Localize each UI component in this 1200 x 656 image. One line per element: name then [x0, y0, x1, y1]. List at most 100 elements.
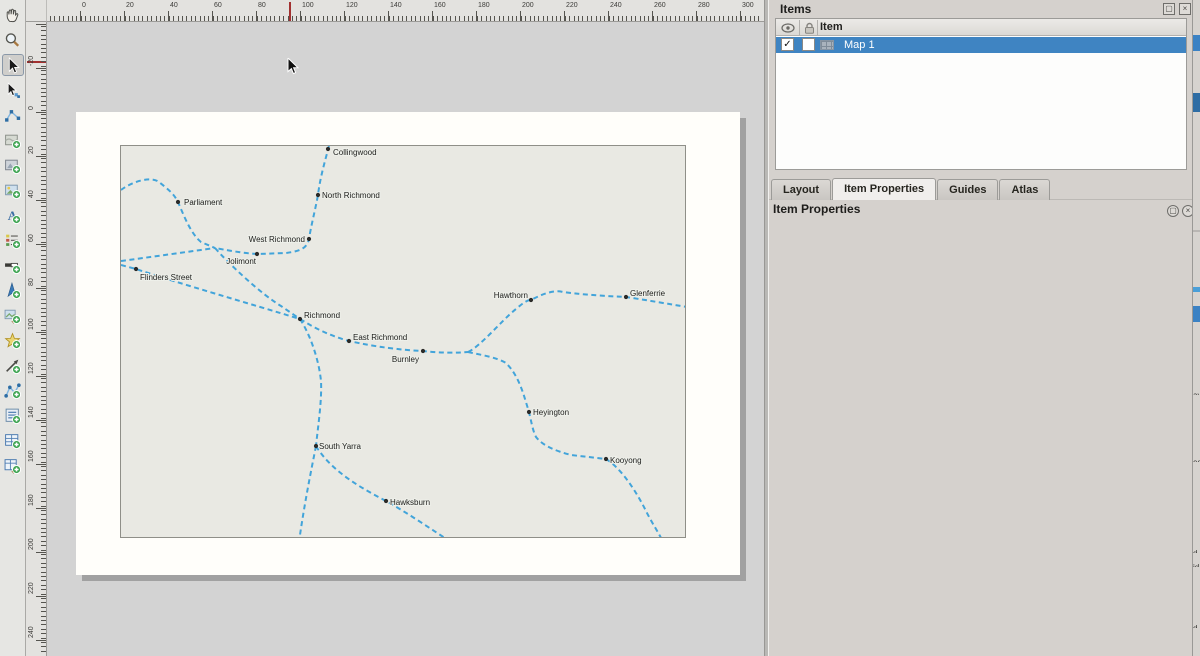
picture-icon — [4, 182, 21, 199]
magnifier-icon — [4, 32, 21, 49]
station-dot — [176, 200, 180, 204]
rail-network-map: CollingwoodNorth RichmondParliamentWest … — [121, 146, 686, 538]
nodes-icon — [4, 107, 21, 124]
add-html-button[interactable] — [2, 404, 24, 426]
item-properties-panel-title: Item Properties — [773, 202, 860, 216]
station-dot — [347, 339, 351, 343]
station-label: Heyington — [533, 408, 569, 417]
item-column-header: Item — [820, 21, 843, 33]
station-label: South Yarra — [319, 442, 362, 451]
zoom-tool[interactable] — [2, 29, 24, 51]
items-row-map1[interactable]: ✓ Map 1 — [776, 37, 1186, 53]
station-label: Collingwood — [333, 148, 377, 157]
right-edge-fragment: -- — [1193, 422, 1200, 428]
cursor-icon — [4, 57, 21, 74]
add-marker-button[interactable] — [2, 304, 24, 326]
station-label: Richmond — [304, 311, 340, 320]
rail-line — [300, 319, 321, 446]
tab-layout[interactable]: Layout — [771, 179, 831, 200]
map-3d-icon — [4, 157, 21, 174]
text-label-icon: A — [4, 207, 21, 224]
station-label: Parliament — [184, 198, 223, 207]
add-fixed-table-button[interactable] — [2, 454, 24, 476]
add-shape-button[interactable] — [2, 329, 24, 351]
item-properties-float-button[interactable]: ▢ — [1167, 205, 1179, 217]
right-edge-fragment: --- — [1193, 595, 1200, 601]
ruler-corner — [26, 0, 47, 22]
items-float-button[interactable]: ▢ — [1163, 3, 1175, 15]
add-3d-map-button[interactable] — [2, 154, 24, 176]
add-scalebar-button[interactable] — [2, 254, 24, 276]
station-label: Hawthorn — [494, 291, 528, 300]
legend-icon — [4, 232, 21, 249]
right-edge-fragment: d — [1193, 618, 1200, 628]
add-node-item-button[interactable] — [2, 379, 24, 401]
add-attribute-table-button[interactable] — [2, 429, 24, 451]
items-close-button[interactable]: × — [1179, 3, 1191, 15]
add-legend-button[interactable] — [2, 229, 24, 251]
map-item-frame[interactable]: CollingwoodNorth RichmondParliamentWest … — [120, 145, 686, 538]
move-item-content-tool[interactable] — [2, 79, 24, 101]
table-pencil-icon — [4, 457, 21, 474]
node-item-icon — [4, 382, 21, 399]
add-map-button[interactable] — [2, 129, 24, 151]
station-dot — [314, 444, 318, 448]
items-panel-titlebar: Items ▢ × — [769, 0, 1193, 18]
html-frame-icon — [4, 407, 21, 424]
station-dot — [307, 237, 311, 241]
right-edge-fragment — [1193, 230, 1200, 232]
add-north-arrow-button[interactable] — [2, 279, 24, 301]
add-arrow-button[interactable] — [2, 354, 24, 376]
right-edge-fragment — [1193, 93, 1200, 112]
station-dot — [384, 499, 388, 503]
station-dot — [604, 457, 608, 461]
pan-layout-tool[interactable] — [2, 4, 24, 26]
north-arrow-icon — [4, 282, 21, 299]
tab-atlas[interactable]: Atlas — [999, 179, 1050, 200]
station-dot — [624, 295, 628, 299]
tab-guides[interactable]: Guides — [937, 179, 998, 200]
station-label: Hawksburn — [390, 498, 430, 507]
station-dot — [529, 298, 533, 302]
visibility-column-eye-icon — [781, 23, 795, 33]
station-label: Glenferrie — [630, 289, 666, 298]
station-dot — [255, 252, 259, 256]
right-edge-fragment — [1193, 35, 1200, 51]
right-dock-panel: Items ▢ × Item ✓ — [768, 0, 1192, 656]
right-edge-fragment — [1193, 306, 1200, 322]
map1-visibility-checkbox[interactable]: ✓ — [781, 38, 794, 51]
tab-item-properties[interactable]: Item Properties — [832, 178, 936, 200]
rail-line — [121, 248, 215, 261]
right-edge-fragment: d — [1193, 543, 1200, 553]
station-label: East Richmond — [353, 333, 407, 342]
arrow-icon — [4, 357, 21, 374]
rail-line — [468, 291, 686, 352]
map-icon — [4, 132, 21, 149]
star-icon — [4, 332, 21, 349]
station-label: Flinders Street — [140, 273, 193, 282]
map1-item-label: Map 1 — [844, 39, 875, 51]
adjacent-window-edge: ay--ed- -did---d — [1192, 0, 1200, 656]
station-label: Kooyong — [610, 456, 642, 465]
station-label: North Richmond — [322, 191, 380, 200]
station-dot — [298, 317, 302, 321]
layout-canvas[interactable]: CollingwoodNorth RichmondParliamentWest … — [47, 22, 764, 656]
items-list-header: Item — [776, 19, 1186, 36]
cursor-content-icon — [4, 82, 21, 99]
station-dot — [421, 349, 425, 353]
select-move-item-tool[interactable] — [2, 54, 24, 76]
lock-column-lock-icon — [804, 22, 815, 34]
map-item-thumbnail-icon — [820, 40, 834, 50]
ruler-left: -40-20020406080100120140160180200220240 — [26, 22, 47, 656]
picture-pencil-icon — [4, 307, 21, 324]
hand-icon — [4, 7, 21, 24]
station-dot — [134, 267, 138, 271]
rail-line — [468, 352, 663, 538]
add-picture-button[interactable] — [2, 179, 24, 201]
map1-lock-checkbox[interactable] — [802, 38, 815, 51]
add-label-button[interactable]: A — [2, 204, 24, 226]
edit-nodes-item-tool[interactable] — [2, 104, 24, 126]
layout-designer-window: A 02040608010012014016018020022024026028… — [0, 0, 1200, 656]
layout-page: CollingwoodNorth RichmondParliamentWest … — [76, 112, 740, 575]
dock-tabbar: Layout Item Properties Guides Atlas — [771, 178, 1051, 200]
